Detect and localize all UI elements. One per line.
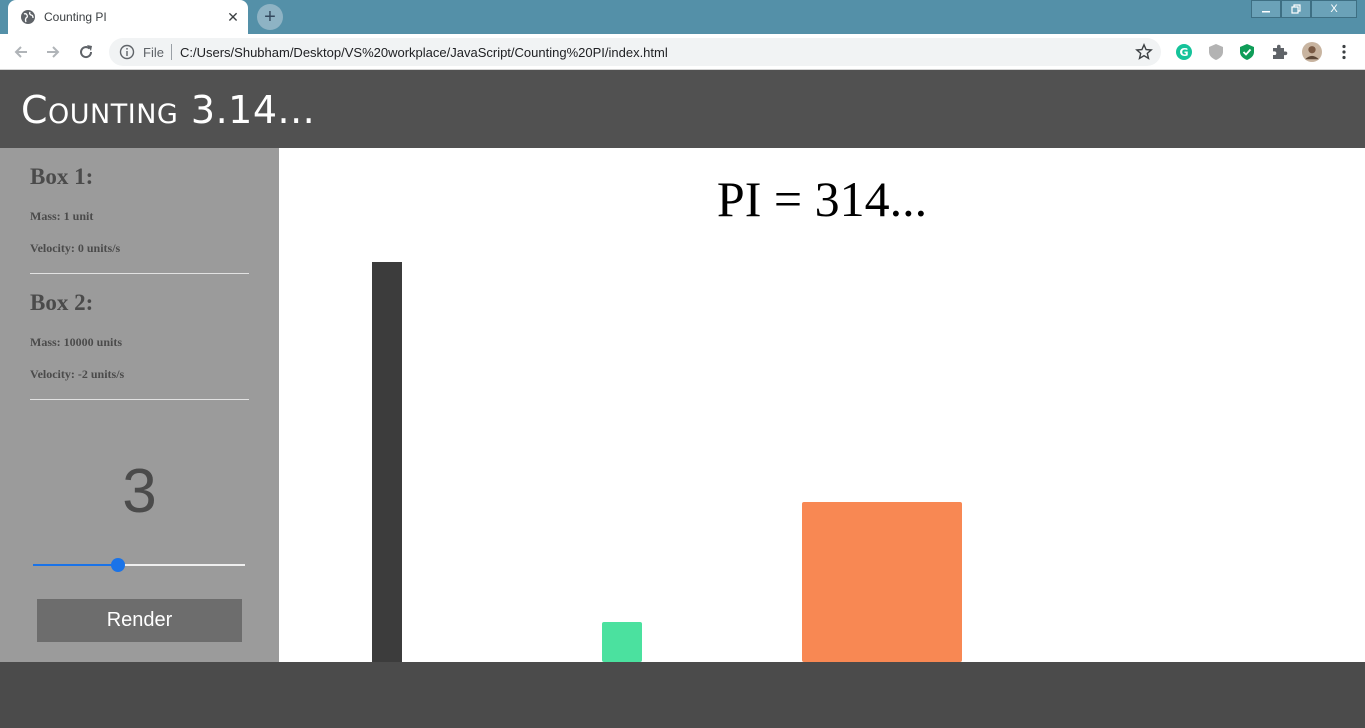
page-title: Counting 3.14...	[21, 88, 316, 132]
render-button[interactable]: Render	[37, 599, 242, 642]
back-button[interactable]	[10, 41, 32, 63]
close-tab-icon[interactable]: ✕	[224, 8, 242, 26]
globe-icon	[21, 10, 35, 24]
sidebar: Box 1: Mass: 1 unit Velocity: 0 units/s …	[0, 148, 279, 662]
reload-button[interactable]	[75, 41, 97, 63]
puzzle-icon[interactable]	[1269, 42, 1289, 62]
divider	[30, 399, 249, 400]
slider-track[interactable]	[117, 564, 245, 566]
url-text[interactable]: C:/Users/Shubham/Desktop/VS%20workplace/…	[180, 45, 668, 60]
grammarly-icon[interactable]: G	[1174, 42, 1194, 62]
box2-velocity: Velocity: -2 units/s	[30, 367, 125, 381]
browser-toolbar: File C:/Users/Shubham/Desktop/VS%20workp…	[0, 34, 1365, 70]
address-divider	[171, 44, 172, 60]
box1-heading: Box 1:	[30, 164, 94, 189]
tab-title: Counting PI	[44, 10, 107, 24]
large-box	[802, 502, 962, 662]
slider-thumb[interactable]	[110, 558, 125, 572]
simulation-canvas: PI = 314...	[279, 148, 1365, 662]
green-shield-icon[interactable]	[1237, 42, 1257, 62]
slider-track-filled[interactable]	[33, 564, 118, 566]
avatar[interactable]	[1302, 42, 1322, 62]
new-tab-button[interactable]: +	[257, 4, 283, 30]
address-bar[interactable]: File C:/Users/Shubham/Desktop/VS%20workp…	[109, 38, 1161, 66]
browser-tab[interactable]: Counting PI ✕	[8, 0, 248, 34]
window-controls: X	[1251, 0, 1357, 18]
wall	[372, 262, 402, 662]
small-box	[602, 622, 642, 662]
shield-icon[interactable]	[1206, 42, 1226, 62]
pi-display: PI = 314...	[716, 171, 928, 227]
file-scheme-label: File	[143, 45, 164, 60]
info-icon[interactable]	[119, 44, 135, 60]
menu-icon[interactable]	[1334, 42, 1354, 62]
digit-count: 3	[122, 457, 157, 526]
tab-strip: Counting PI ✕ + X	[0, 0, 1365, 34]
arrow-left-icon	[14, 46, 27, 58]
close-window-button[interactable]: X	[1311, 0, 1357, 18]
restore-icon	[1291, 4, 1301, 14]
box1-mass: Mass: 1 unit	[30, 209, 94, 223]
reload-icon	[80, 45, 93, 59]
minimize-icon	[1262, 11, 1270, 13]
restore-button[interactable]	[1281, 0, 1311, 18]
star-icon[interactable]	[1135, 43, 1153, 61]
page-footer	[0, 662, 1365, 728]
minimize-button[interactable]	[1251, 0, 1281, 18]
page-header: Counting 3.14...	[0, 70, 1365, 148]
digit-slider[interactable]	[33, 558, 245, 572]
box2-mass: Mass: 10000 units	[30, 335, 123, 349]
divider	[30, 273, 249, 274]
forward-button[interactable]	[42, 41, 64, 63]
box2-heading: Box 2:	[30, 290, 94, 315]
arrow-right-icon	[47, 46, 60, 58]
svg-text:G: G	[1179, 46, 1188, 59]
box1-velocity: Velocity: 0 units/s	[30, 241, 121, 255]
